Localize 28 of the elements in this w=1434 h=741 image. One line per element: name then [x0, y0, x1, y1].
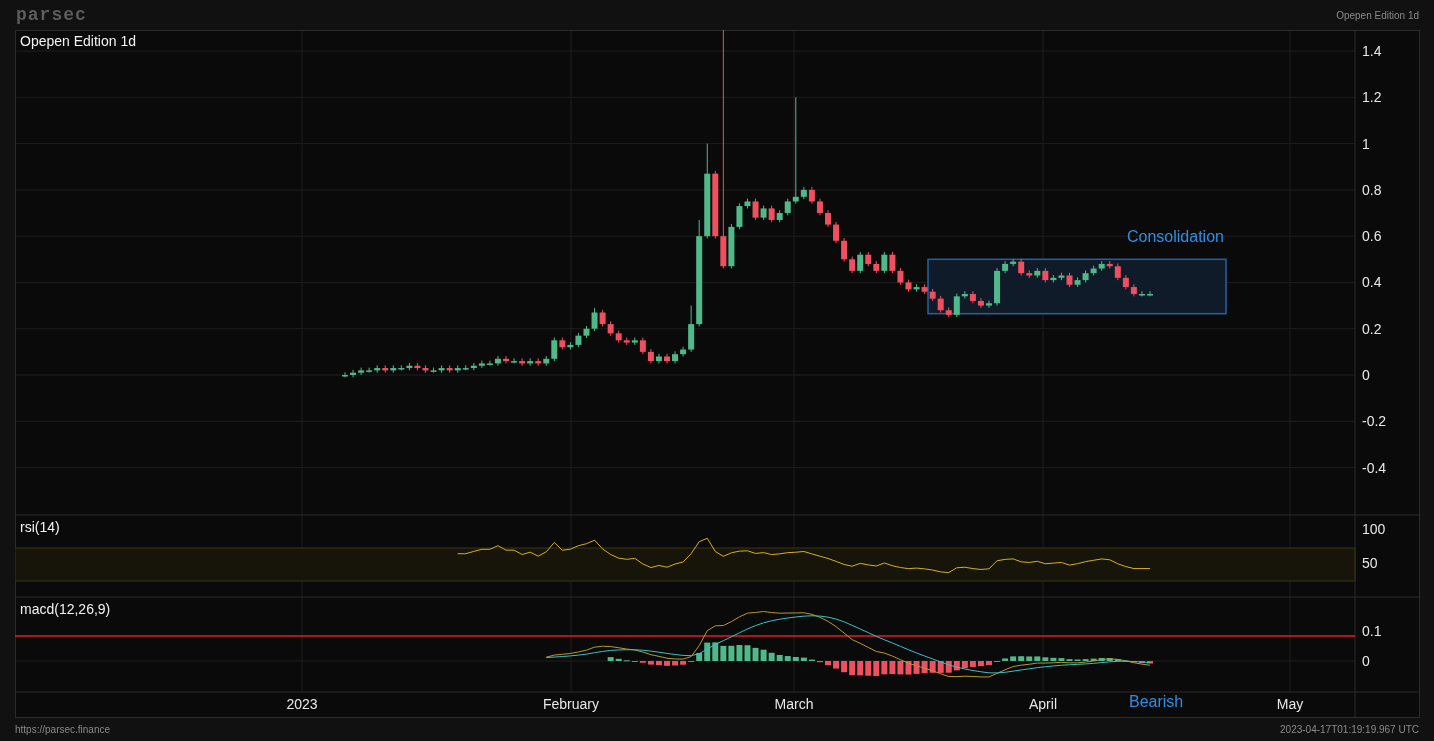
price-tick: -0.2	[1362, 413, 1387, 430]
time-label: 2023	[286, 696, 318, 712]
brand-logo: parsec	[16, 5, 87, 25]
macd-tick: 0.1	[1362, 623, 1382, 639]
time-label: March	[774, 696, 814, 712]
macd-title: macd(12,26,9)	[20, 601, 111, 617]
timestamp: 2023-04-17T01:19:19.967 UTC	[1280, 724, 1419, 735]
time-label: April	[1029, 696, 1057, 712]
price-tick: 1.4	[1362, 43, 1382, 60]
chart-title: Opepen Edition 1d	[20, 33, 136, 49]
price-tick: -0.4	[1362, 459, 1387, 476]
macd-tick: 0	[1362, 653, 1370, 669]
time-label: February	[543, 696, 599, 712]
time-label: May	[1276, 696, 1304, 712]
price-tick: 0	[1362, 367, 1370, 383]
rsi-tick: 100	[1362, 521, 1386, 537]
bearish-label: Bearish	[1129, 693, 1184, 710]
chart-name: Opepen Edition 1d	[1336, 9, 1419, 21]
site-url: https://parsec.finance	[15, 724, 111, 735]
price-tick: 1.2	[1362, 89, 1382, 106]
price-tick: 0.6	[1362, 228, 1382, 245]
price-tick: 0.4	[1362, 274, 1382, 291]
rsi-title: rsi(14)	[20, 519, 60, 535]
price-tick: 0.8	[1362, 181, 1382, 198]
consolidation-label: Consolidation	[1127, 228, 1224, 245]
price-tick: 0.2	[1362, 320, 1382, 337]
price-tick: 1	[1362, 135, 1370, 152]
rsi-tick: 50	[1362, 555, 1378, 571]
